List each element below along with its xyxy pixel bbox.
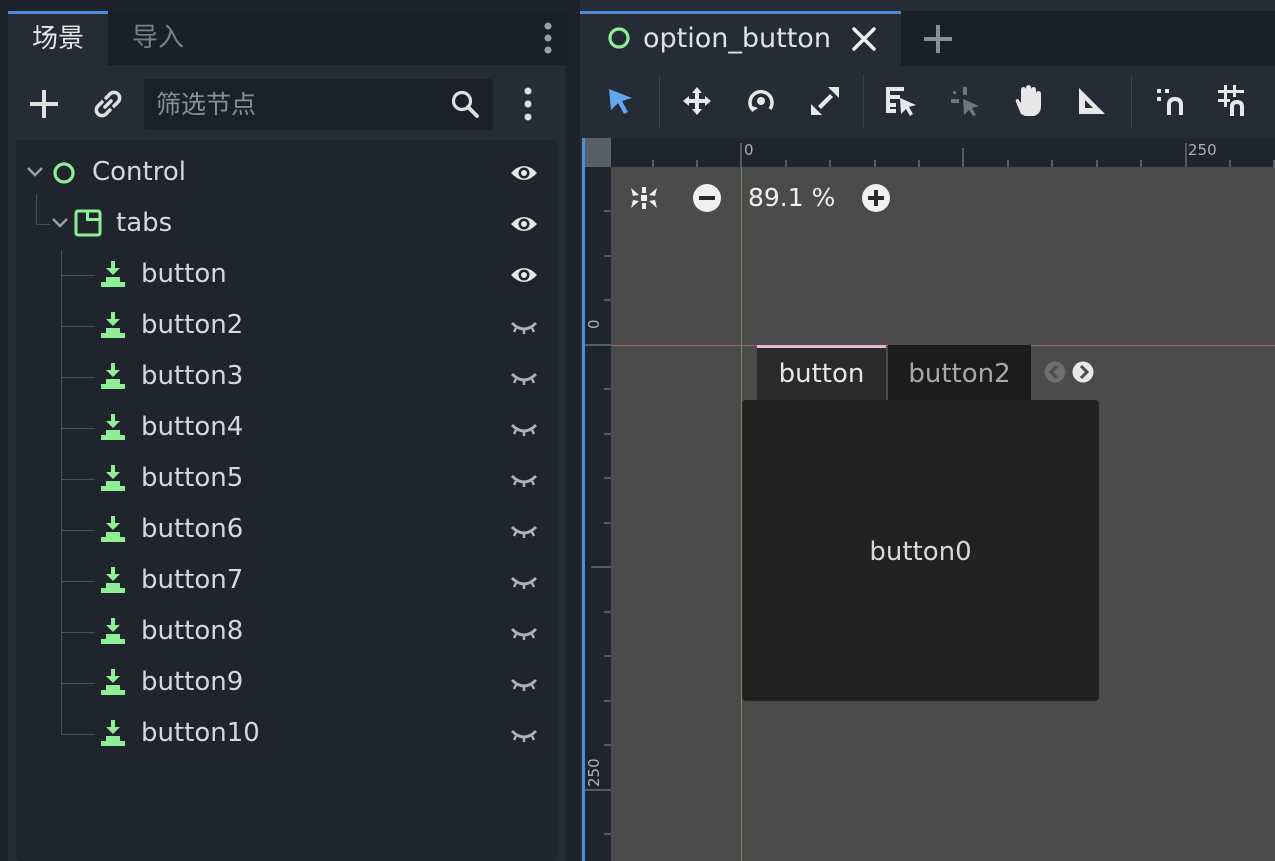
pivot-icon[interactable] [949, 85, 981, 117]
instanced-scene-icon [100, 362, 126, 390]
toolbar-separator [659, 74, 660, 128]
control-node-icon [52, 161, 76, 185]
visibility-eye-icon[interactable] [509, 261, 539, 289]
chevron-down-icon[interactable] [51, 216, 69, 230]
link-icon[interactable] [92, 88, 124, 120]
list-select-icon[interactable] [884, 85, 918, 117]
tree-item-button[interactable]: button [16, 249, 557, 300]
ruler-icon[interactable] [1077, 86, 1107, 116]
tree-item-label: Control [92, 157, 186, 187]
tree-item-label: button7 [141, 565, 244, 595]
tree-item-label: button [141, 259, 227, 289]
tree-item-label: button5 [141, 463, 244, 493]
visibility-closed-eye-icon[interactable] [509, 675, 539, 695]
tree-item-button2[interactable]: button2 [16, 300, 557, 351]
canvas-tab-label: button [778, 359, 865, 389]
pan-icon[interactable] [1012, 84, 1044, 118]
toolbar-separator [1131, 74, 1132, 128]
canvas-tab-label: button2 [908, 359, 1011, 389]
tree-item-tabs[interactable]: tabs [16, 198, 557, 249]
tab-container-icon [74, 209, 102, 237]
visibility-closed-eye-icon[interactable] [509, 726, 539, 746]
ruler-corner [585, 138, 611, 167]
grid-snap-icon[interactable] [1217, 84, 1249, 118]
select-icon[interactable] [606, 86, 636, 116]
tree-item-button9[interactable]: button9 [16, 657, 557, 708]
instanced-scene-icon [100, 515, 126, 543]
visibility-eye-icon[interactable] [509, 159, 539, 187]
instanced-scene-icon [100, 668, 126, 696]
filter-nodes-input[interactable] [156, 84, 436, 124]
more-options-icon[interactable] [516, 84, 540, 124]
instanced-scene-icon [100, 413, 126, 441]
visibility-closed-eye-icon[interactable] [509, 522, 539, 542]
tab-scroll-left-icon[interactable] [1044, 361, 1066, 383]
visibility-closed-eye-icon[interactable] [509, 573, 539, 593]
tab-scroll-right-icon[interactable] [1072, 361, 1094, 383]
visibility-closed-eye-icon[interactable] [509, 471, 539, 491]
instanced-scene-icon [100, 566, 126, 594]
tab-import[interactable]: 导入 [108, 11, 208, 65]
tree-item-label: button2 [141, 310, 244, 340]
tree-item-button4[interactable]: button4 [16, 402, 557, 453]
ruler-label: 0 [585, 319, 603, 329]
add-node-icon[interactable] [28, 88, 60, 120]
tree-item-label: button6 [141, 514, 244, 544]
smart-snap-icon[interactable] [1155, 85, 1187, 117]
tab-content-label[interactable]: button0 [742, 530, 1099, 574]
ruler-vertical[interactable]: 0 250 [585, 167, 611, 861]
zoom-out-icon[interactable] [692, 183, 722, 213]
instanced-scene-icon [100, 464, 126, 492]
dock-tab-bar: 场景 导入 [8, 11, 568, 65]
visibility-closed-eye-icon[interactable] [509, 624, 539, 644]
instanced-scene-icon [100, 311, 126, 339]
scale-icon[interactable] [809, 85, 841, 117]
toolbar-separator [863, 74, 864, 128]
search-icon[interactable] [450, 89, 480, 119]
ruler-horizontal[interactable]: 0 250 [611, 138, 1275, 167]
tree-item-control[interactable]: Control [16, 147, 557, 198]
ruler-label: 250 [1188, 141, 1217, 159]
chevron-down-icon[interactable] [26, 165, 44, 179]
tree-item-label: button4 [141, 412, 244, 442]
visibility-closed-eye-icon[interactable] [509, 318, 539, 338]
ruler-label: 250 [585, 758, 603, 787]
tab-scene[interactable]: 场景 [8, 11, 108, 65]
visibility-closed-eye-icon[interactable] [509, 369, 539, 389]
tree-item-label: button8 [141, 616, 244, 646]
control-node-icon [607, 26, 631, 50]
tree-item-button7[interactable]: button7 [16, 555, 557, 606]
tree-item-label: button3 [141, 361, 244, 391]
dock-menu-icon[interactable] [536, 20, 560, 56]
rotate-icon[interactable] [745, 85, 777, 117]
visibility-closed-eye-icon[interactable] [509, 420, 539, 440]
zoom-in-icon[interactable] [861, 183, 891, 213]
tree-item-label: button9 [141, 667, 244, 697]
tree-item-button3[interactable]: button3 [16, 351, 557, 402]
tree-item-button5[interactable]: button5 [16, 453, 557, 504]
tree-item-button10[interactable]: button10 [16, 708, 557, 759]
tree-item-button8[interactable]: button8 [16, 606, 557, 657]
tree-item-label: tabs [116, 208, 173, 238]
instanced-scene-icon [100, 719, 126, 747]
zoom-level[interactable]: 89.1 % [748, 181, 835, 215]
instanced-scene-icon [100, 260, 126, 288]
scene-tab-label: option_button [643, 23, 831, 54]
new-scene-tab-icon[interactable] [922, 24, 954, 54]
instanced-scene-icon [100, 617, 126, 645]
zoom-reset-icon[interactable] [629, 183, 659, 213]
move-icon[interactable] [681, 85, 713, 117]
close-icon[interactable] [851, 26, 877, 52]
ruler-label: 0 [744, 141, 754, 159]
tree-item-label: button10 [141, 718, 260, 748]
tree-item-button6[interactable]: button6 [16, 504, 557, 555]
visibility-eye-icon[interactable] [509, 210, 539, 238]
